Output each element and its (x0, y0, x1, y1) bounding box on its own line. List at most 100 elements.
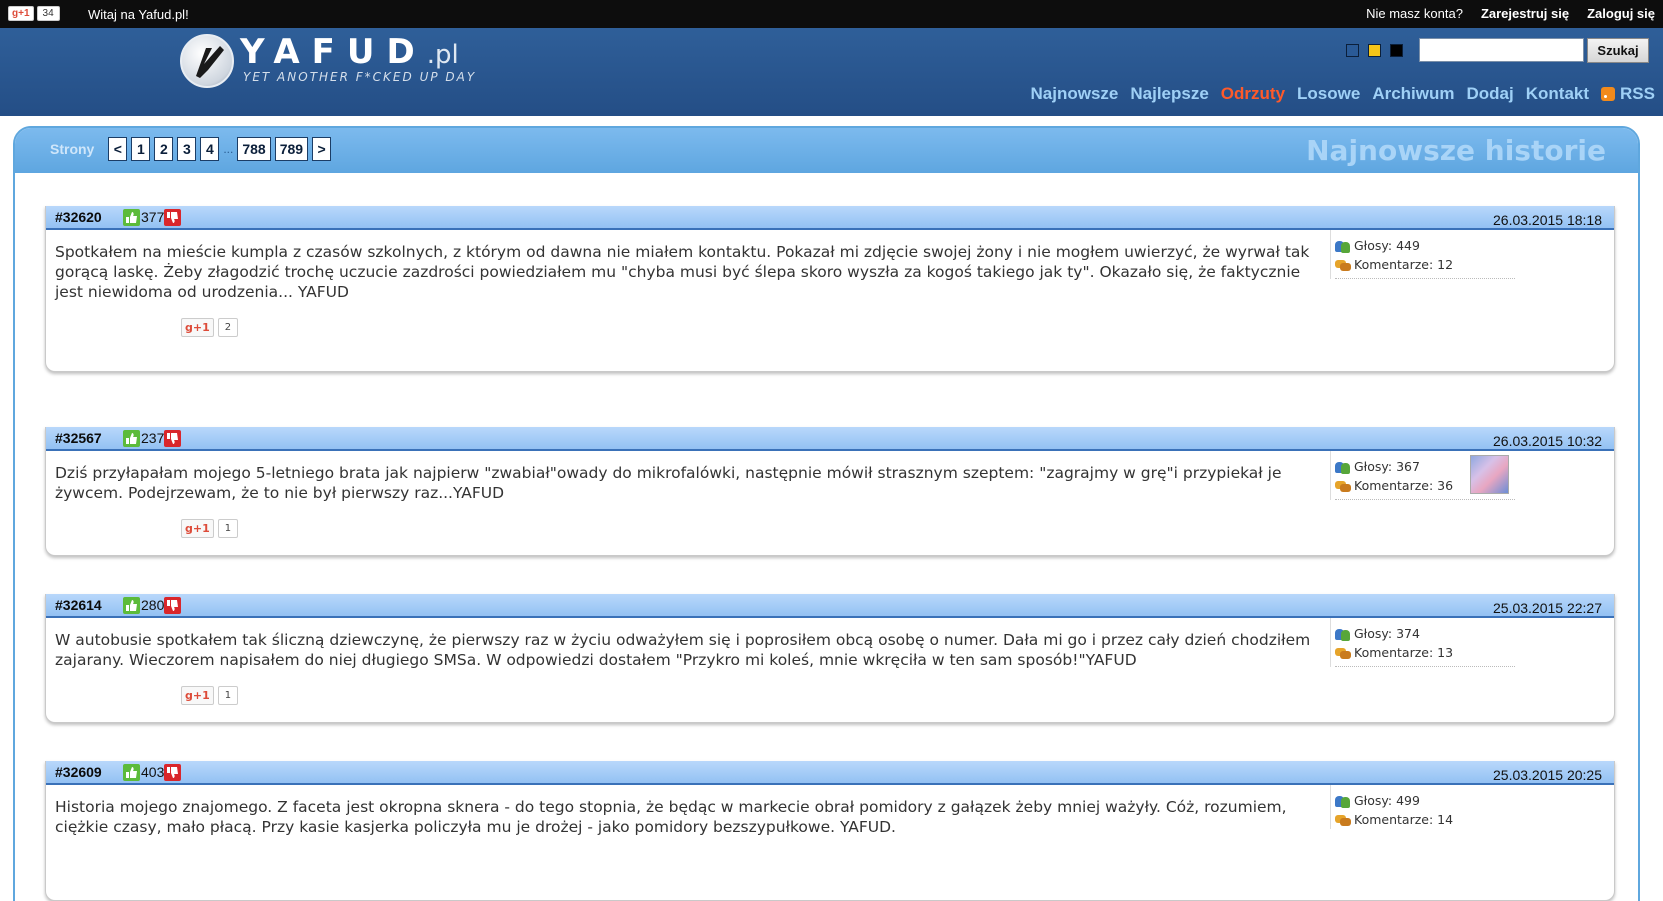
account-links: Nie masz konta? Zarejestruj się Zaloguj … (1366, 6, 1655, 21)
page-next-button[interactable]: > (312, 137, 332, 161)
comments-row[interactable]: Komentarze: 14 (1335, 810, 1515, 829)
top-bar: g+1 34 Witaj na Yafud.pl! Nie masz konta… (0, 0, 1663, 28)
story-text: Dziś przyłapałam mojego 5-letniego brata… (55, 464, 1282, 502)
story-card: #32614 280 25.03.2015 22:27 W autobusie … (45, 594, 1615, 723)
thumb-down-icon[interactable] (164, 430, 181, 447)
story-text: Spotkałem na mieście kumpla z czasów szk… (55, 243, 1310, 301)
story-card: #32620 377 26.03.2015 18:18 Spotkałem na… (45, 206, 1615, 372)
thumb-up-icon[interactable] (123, 209, 140, 226)
comments-row[interactable]: Komentarze: 13 (1335, 643, 1515, 662)
section-title: Najnowsze historie (1306, 134, 1606, 167)
nav-najlepsze[interactable]: Najlepsze (1130, 84, 1208, 104)
story-gplus[interactable]: g+1 1 (181, 519, 239, 538)
divider (1335, 666, 1515, 667)
nav-dodaj[interactable]: Dodaj (1467, 84, 1514, 104)
votes-count: Głosy: 499 (1354, 793, 1420, 808)
gplus-button[interactable]: g+1 (181, 686, 214, 705)
story-id[interactable]: #32567 (55, 430, 102, 446)
divider (1335, 499, 1515, 500)
pagination: Strony < 1 2 3 4 ... 788 789 > (50, 137, 332, 161)
thumb-up-icon[interactable] (123, 764, 140, 781)
story-stats: Głosy: 374 Komentarze: 13 (1330, 618, 1515, 667)
nav-odrzuty[interactable]: Odrzuty (1221, 84, 1285, 104)
logo-pl: .pl (426, 40, 459, 70)
divider (1335, 278, 1515, 279)
nav-rss[interactable]: RSS (1601, 84, 1655, 104)
thumb-up-icon[interactable] (123, 597, 140, 614)
story-gplus[interactable]: g+1 1 (181, 686, 239, 705)
login-link[interactable]: Zaloguj się (1587, 6, 1655, 21)
votes-count: Głosy: 449 (1354, 238, 1420, 253)
logo-icon[interactable] (180, 34, 234, 88)
users-icon (1335, 627, 1351, 641)
gplus-button[interactable]: g+1 (181, 519, 214, 538)
gplus-share[interactable]: g+1 34 (8, 6, 60, 21)
register-link[interactable]: Zarejestruj się (1481, 6, 1569, 21)
thumb-down-icon[interactable] (164, 597, 181, 614)
nav-losowe[interactable]: Losowe (1297, 84, 1360, 104)
votes-count: Głosy: 367 (1354, 459, 1420, 474)
theme-blue-swatch[interactable] (1346, 44, 1359, 57)
comments-icon (1335, 479, 1351, 493)
page-788-button[interactable]: 788 (237, 137, 271, 161)
story-id[interactable]: #32614 (55, 597, 102, 613)
story-date: 26.03.2015 18:18 (1493, 212, 1602, 228)
story-id[interactable]: #32620 (55, 209, 102, 225)
comments-icon (1335, 646, 1351, 660)
page-prev-button[interactable]: < (108, 137, 128, 161)
story-stats: Głosy: 449 Komentarze: 12 (1330, 230, 1515, 279)
users-icon (1335, 794, 1351, 808)
comments-row[interactable]: Komentarze: 12 (1335, 255, 1515, 274)
logo-main: YAFUD (240, 32, 427, 72)
logo-wordmark[interactable]: YAFUD.pl (240, 32, 459, 72)
page-3-button[interactable]: 3 (177, 137, 197, 161)
story-date: 26.03.2015 10:32 (1493, 433, 1602, 449)
rss-label: RSS (1620, 84, 1655, 103)
page-789-button[interactable]: 789 (274, 137, 309, 161)
search-input[interactable] (1419, 38, 1584, 62)
theme-yellow-swatch[interactable] (1368, 44, 1381, 57)
theme-black-swatch[interactable] (1390, 44, 1403, 57)
story-card: #32609 403 25.03.2015 20:25 Historia moj… (45, 761, 1615, 901)
author-avatar[interactable] (1470, 455, 1509, 494)
gplus-button[interactable]: g+1 (8, 6, 34, 21)
comments-count[interactable]: Komentarze: 14 (1354, 812, 1453, 827)
pagination-ellipsis: ... (223, 142, 234, 156)
site-header: YAFUD.pl YET ANOTHER F*CKED UP DAY Szuka… (0, 28, 1663, 116)
comments-icon (1335, 813, 1351, 827)
votes-row: Głosy: 499 (1335, 791, 1515, 810)
story-header: #32567 237 26.03.2015 10:32 (46, 427, 1614, 451)
story-header: #32614 280 25.03.2015 22:27 (46, 594, 1614, 618)
comments-count[interactable]: Komentarze: 13 (1354, 645, 1453, 660)
search-button[interactable]: Szukaj (1587, 38, 1649, 63)
comments-count[interactable]: Komentarze: 12 (1354, 257, 1453, 272)
story-id[interactable]: #32609 (55, 764, 102, 780)
story-header: #32620 377 26.03.2015 18:18 (46, 206, 1614, 230)
rss-icon (1601, 87, 1616, 101)
comments-count[interactable]: Komentarze: 36 (1354, 478, 1453, 493)
story-score: 377 (141, 209, 165, 225)
nav-najnowsze[interactable]: Najnowsze (1031, 84, 1119, 104)
theme-switcher (1346, 44, 1403, 57)
votes-row: Głosy: 374 (1335, 624, 1515, 643)
votes-row: Głosy: 449 (1335, 236, 1515, 255)
page-4-button[interactable]: 4 (200, 137, 220, 161)
nav-kontakt[interactable]: Kontakt (1526, 84, 1589, 104)
gplus-count: 2 (217, 318, 239, 337)
thumb-down-icon[interactable] (164, 764, 181, 781)
gplus-count: 34 (36, 6, 60, 21)
story-score: 280 (141, 597, 165, 613)
comments-icon (1335, 258, 1351, 272)
nav-archiwum[interactable]: Archiwum (1372, 84, 1454, 104)
thumb-down-icon[interactable] (164, 209, 181, 226)
gplus-button[interactable]: g+1 (181, 318, 214, 337)
page-2-button[interactable]: 2 (154, 137, 174, 161)
story-score: 403 (141, 764, 165, 780)
page-1-button[interactable]: 1 (131, 137, 151, 161)
story-date: 25.03.2015 20:25 (1493, 767, 1602, 783)
main-panel: Strony < 1 2 3 4 ... 788 789 > Najnowsze… (13, 126, 1640, 901)
thumb-up-icon[interactable] (123, 430, 140, 447)
story-stats: Głosy: 499 Komentarze: 14 (1330, 785, 1515, 829)
votes-count: Głosy: 374 (1354, 626, 1420, 641)
story-gplus[interactable]: g+1 2 (181, 318, 239, 337)
